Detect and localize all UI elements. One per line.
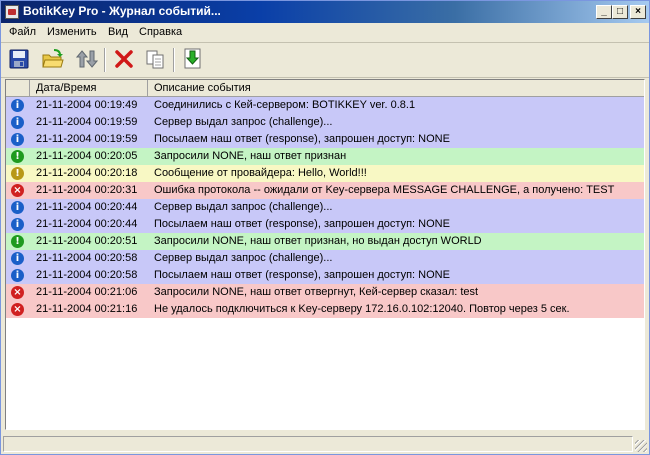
maximize-button[interactable]: □	[612, 5, 628, 19]
log-description: Ошибка протокола -- ожидали от Key-серве…	[154, 184, 615, 196]
menu-edit[interactable]: Изменить	[47, 26, 97, 38]
log-description: Не удалось подключиться к Key-серверу 17…	[154, 303, 570, 315]
copy-button[interactable]	[143, 47, 167, 71]
log-description: Сервер выдал запрос (challenge)...	[154, 116, 333, 128]
status-bar	[1, 434, 649, 454]
open-button[interactable]	[41, 47, 65, 71]
event-log-list[interactable]: Дата/Время Описание события i 21-11-2004 …	[5, 79, 645, 430]
log-row[interactable]: × 21-11-2004 00:21:16 Не удалось подключит…	[6, 301, 644, 318]
log-row[interactable]: i 21-11-2004 00:20:44 Посылаем наш ответ (…	[6, 216, 644, 233]
resize-grip-icon[interactable]	[635, 440, 647, 452]
menu-view[interactable]: Вид	[108, 26, 128, 38]
status-panel	[3, 436, 633, 452]
log-row[interactable]: × 21-11-2004 00:20:31 Ошибка протокола -- …	[6, 182, 644, 199]
toolbar-separator	[104, 48, 106, 72]
column-header-icon[interactable]	[6, 80, 30, 96]
toolbar-separator	[173, 48, 175, 72]
log-description: Посылаем наш ответ (response), запрошен …	[154, 269, 450, 281]
log-rows: i 21-11-2004 00:19:49 Соединились с Кей-се…	[6, 97, 644, 318]
message-icon: !	[11, 167, 24, 180]
log-description: Посылаем наш ответ (response), запрошен …	[154, 218, 450, 230]
log-datetime: 21-11-2004 00:21:06	[36, 286, 138, 298]
title-bar[interactable]: BotikKey Pro - Журнал событий... _ □ ×	[1, 1, 649, 23]
sort-arrows-icon	[76, 50, 98, 68]
minimize-button[interactable]: _	[596, 5, 612, 19]
log-description: Запросили NONE, наш ответ отвергнут, Кей…	[154, 286, 479, 298]
log-datetime: 21-11-2004 00:21:16	[36, 303, 138, 315]
app-window: BotikKey Pro - Журнал событий... _ □ × Ф…	[0, 0, 650, 455]
delete-button[interactable]	[112, 47, 136, 71]
menu-file[interactable]: Файл	[9, 26, 36, 38]
menu-help[interactable]: Справка	[139, 26, 182, 38]
info-icon: i	[11, 201, 24, 214]
minimize-icon: _	[601, 6, 607, 17]
log-datetime: 21-11-2004 00:20:51	[36, 235, 138, 247]
window-title: BotikKey Pro - Журнал событий...	[23, 4, 221, 18]
log-datetime: 21-11-2004 00:20:18	[36, 167, 138, 179]
log-row[interactable]: i 21-11-2004 00:19:49 Соединились с Кей-се…	[6, 97, 644, 114]
info-icon: i	[11, 269, 24, 282]
menu-bar: Файл Изменить Вид Справка	[1, 23, 649, 43]
log-row[interactable]: i 21-11-2004 00:20:58 Сервер выдал запрос …	[6, 250, 644, 267]
info-icon: i	[11, 252, 24, 265]
log-datetime: 21-11-2004 00:20:31	[36, 184, 138, 196]
error-icon: ×	[11, 184, 24, 197]
info-icon: i	[11, 133, 24, 146]
log-description: Запросили NONE, наш ответ признан, но вы…	[154, 235, 482, 247]
close-button[interactable]: ×	[630, 5, 646, 19]
error-icon: ×	[11, 303, 24, 316]
info-icon: i	[11, 218, 24, 231]
info-icon: i	[11, 99, 24, 112]
export-icon	[184, 48, 201, 69]
log-description: Запросили NONE, наш ответ признан	[154, 150, 347, 162]
delete-icon	[115, 50, 133, 68]
log-datetime: 21-11-2004 00:20:05	[36, 150, 138, 162]
success-icon: !	[11, 150, 24, 163]
success-icon: !	[11, 235, 24, 248]
log-row[interactable]: i 21-11-2004 00:20:58 Посылаем наш ответ (…	[6, 267, 644, 284]
log-description: Сообщение от провайдера: Hello, World!!!	[154, 167, 367, 179]
log-description: Соединились с Кей-сервером: BOTIKKEY ver…	[154, 99, 416, 111]
log-datetime: 21-11-2004 00:20:58	[36, 269, 138, 281]
column-header-description[interactable]: Описание события	[148, 80, 644, 96]
log-description: Посылаем наш ответ (response), запрошен …	[154, 133, 450, 145]
close-icon: ×	[635, 6, 641, 17]
app-icon[interactable]	[5, 5, 19, 19]
log-datetime: 21-11-2004 00:20:44	[36, 218, 138, 230]
list-header: Дата/Время Описание события	[6, 80, 644, 97]
sort-button[interactable]	[75, 47, 99, 71]
export-button[interactable]	[181, 47, 205, 71]
error-icon: ×	[11, 286, 24, 299]
log-row[interactable]: i 21-11-2004 00:19:59 Посылаем наш ответ (…	[6, 131, 644, 148]
copy-icon	[146, 50, 164, 69]
save-button[interactable]	[7, 47, 31, 71]
maximize-icon: □	[616, 6, 624, 17]
log-row[interactable]: × 21-11-2004 00:21:06 Запросили NONE, наш …	[6, 284, 644, 301]
log-row[interactable]: ! 21-11-2004 00:20:51 Запросили NONE, наш …	[6, 233, 644, 250]
log-datetime: 21-11-2004 00:20:58	[36, 252, 138, 264]
log-description: Сервер выдал запрос (challenge)...	[154, 252, 333, 264]
log-datetime: 21-11-2004 00:19:59	[36, 133, 138, 145]
save-icon	[9, 49, 29, 69]
log-row[interactable]: i 21-11-2004 00:20:44 Сервер выдал запрос …	[6, 199, 644, 216]
log-datetime: 21-11-2004 00:20:44	[36, 201, 138, 213]
log-datetime: 21-11-2004 00:19:49	[36, 99, 138, 111]
log-row[interactable]: ! 21-11-2004 00:20:05 Запросили NONE, наш …	[6, 148, 644, 165]
toolbar	[1, 43, 649, 78]
log-row[interactable]: ! 21-11-2004 00:20:18 Сообщение от провайд…	[6, 165, 644, 182]
log-description: Сервер выдал запрос (challenge)...	[154, 201, 333, 213]
column-header-datetime[interactable]: Дата/Время	[30, 80, 148, 96]
info-icon: i	[11, 116, 24, 129]
log-row[interactable]: i 21-11-2004 00:19:59 Сервер выдал запрос …	[6, 114, 644, 131]
open-folder-icon	[42, 49, 64, 68]
log-datetime: 21-11-2004 00:19:59	[36, 116, 138, 128]
